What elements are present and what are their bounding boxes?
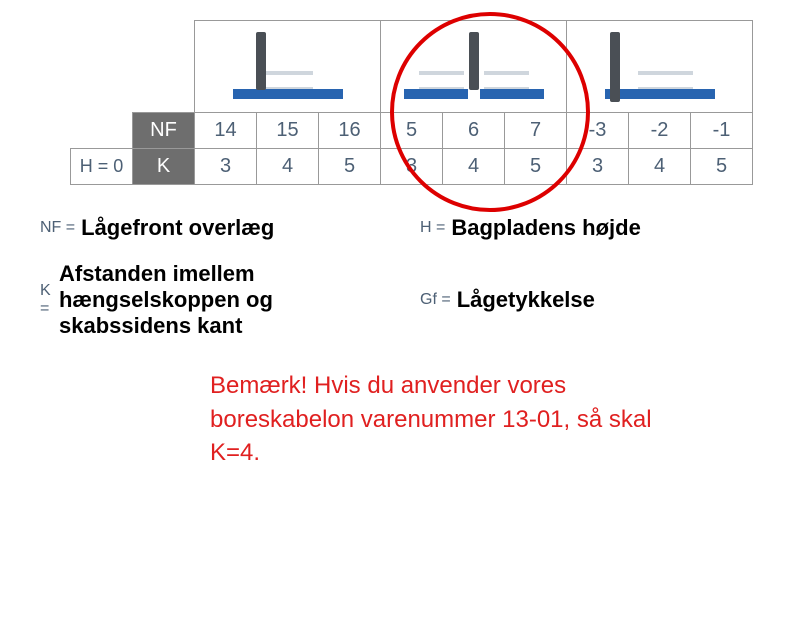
legend-gf: Gf = Lågetykkelse (420, 261, 760, 339)
hinge-table-container: NF 14 15 16 5 6 7 -3 -2 -1 H = 0 K 3 4 5… (30, 20, 770, 185)
legend-k: K = Afstanden imellem hængselskoppen og … (40, 261, 380, 339)
k-value: 5 (319, 149, 381, 185)
k-value: 5 (691, 149, 753, 185)
k-value: 3 (567, 149, 629, 185)
hinge-parameter-table: NF 14 15 16 5 6 7 -3 -2 -1 H = 0 K 3 4 5… (70, 20, 753, 185)
legend-key: K = (40, 282, 53, 318)
k-value: 3 (195, 149, 257, 185)
k-value: 4 (257, 149, 319, 185)
legend-h: H = Bagpladens højde (420, 215, 760, 241)
nf-value: 5 (381, 113, 443, 149)
legend-nf: NF = Lågefront overlæg (40, 215, 380, 241)
legend-key: H = (420, 219, 445, 237)
nf-value: 7 (505, 113, 567, 149)
k-value: 4 (629, 149, 691, 185)
legend-key: Gf = (420, 291, 451, 309)
nf-value: -3 (567, 113, 629, 149)
nf-value: -1 (691, 113, 753, 149)
nf-value: 16 (319, 113, 381, 149)
hinge-icon-overlay (195, 21, 381, 113)
legend-value: Lågetykkelse (457, 287, 595, 313)
legend-value: Afstanden imellem hængselskoppen og skab… (59, 261, 380, 339)
nf-value: -2 (629, 113, 691, 149)
k-value: 4 (443, 149, 505, 185)
legend-value: Bagpladens højde (451, 215, 640, 241)
nf-label-cell: NF (133, 113, 195, 149)
nf-value: 15 (257, 113, 319, 149)
h-label-cell: H = 0 (71, 149, 133, 185)
k-value: 5 (505, 149, 567, 185)
legend-key: NF = (40, 219, 75, 237)
nf-value: 6 (443, 113, 505, 149)
legend-grid: NF = Lågefront overlæg H = Bagpladens hø… (30, 215, 770, 339)
legend-value: Lågefront overlæg (81, 215, 274, 241)
hinge-icon-inset (567, 21, 753, 113)
hinge-icon-center (381, 21, 567, 113)
k-label-cell: K (133, 149, 195, 185)
nf-value: 14 (195, 113, 257, 149)
notice-text: Bemærk! Hvis du anvender vores boreskabe… (210, 369, 690, 470)
k-value: 3 (381, 149, 443, 185)
